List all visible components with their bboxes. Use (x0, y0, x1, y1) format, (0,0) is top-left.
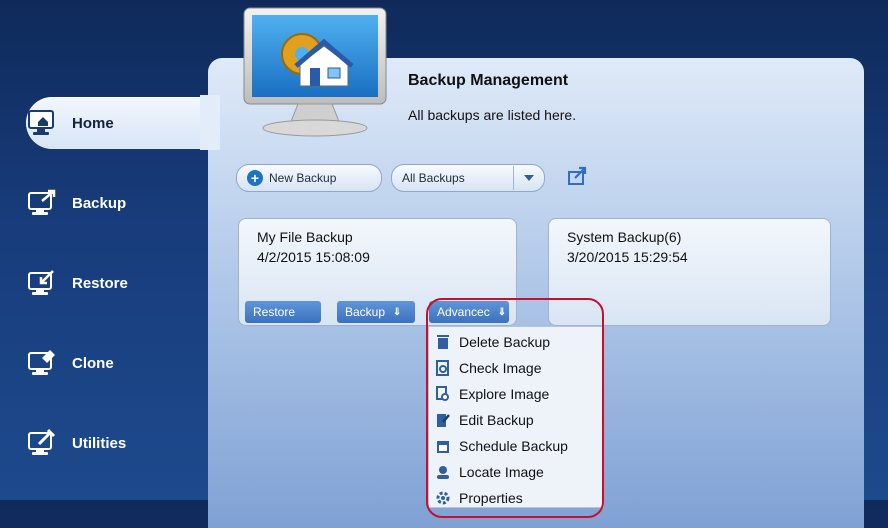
export-icon[interactable] (567, 166, 587, 186)
nav-item-label: Backup (72, 194, 127, 212)
left-nav: Home Backup Restore Clone Utilities (0, 0, 216, 500)
utilities-monitor-icon (26, 426, 60, 460)
tab-connector (200, 95, 220, 150)
backup-monitor-icon (26, 186, 60, 220)
backup-name: System Backup(6) (567, 229, 682, 245)
backup-filter-value: All Backups (402, 171, 465, 185)
plus-icon: + (247, 170, 263, 186)
nav-item-label: Restore (72, 274, 128, 292)
nav-item-label: Utilities (72, 434, 127, 452)
nav-item-backup[interactable]: Backup (26, 177, 226, 229)
nav-item-restore[interactable]: Restore (26, 257, 226, 309)
clone-monitor-icon (26, 346, 60, 380)
nav-item-utilities[interactable]: Utilities (26, 417, 226, 469)
nav-item-home[interactable]: Home (26, 97, 216, 149)
nav-item-label: Clone (72, 354, 114, 372)
restore-monitor-icon (26, 266, 60, 300)
red-highlight-outline (426, 298, 604, 518)
nav-item-label: Home (72, 114, 114, 132)
backup-button[interactable]: Backup ⇓ (337, 301, 415, 323)
backup-label: Backup (345, 305, 386, 319)
backup-date: 3/20/2015 15:29:54 (567, 249, 688, 265)
page-title: Backup Management (408, 72, 569, 89)
backup-date: 4/2/2015 15:08:09 (257, 249, 370, 265)
restore-label: Restore (253, 305, 296, 319)
backup-filter-select[interactable]: All Backups (391, 164, 545, 192)
page-subtitle: All backups are listed here. (408, 107, 577, 123)
backup-management-monitor-icon (240, 6, 390, 138)
nav-item-clone[interactable]: Clone (26, 337, 226, 389)
chevron-down-icon[interactable] (513, 166, 544, 190)
new-backup-label: New Backup (269, 171, 337, 185)
restore-button[interactable]: Restore (245, 301, 321, 323)
double-chevron-down-icon: ⇓ (393, 306, 402, 318)
home-monitor-icon (26, 106, 60, 140)
new-backup-button[interactable]: + New Backup (236, 164, 382, 192)
backup-name: My File Backup (257, 229, 353, 245)
